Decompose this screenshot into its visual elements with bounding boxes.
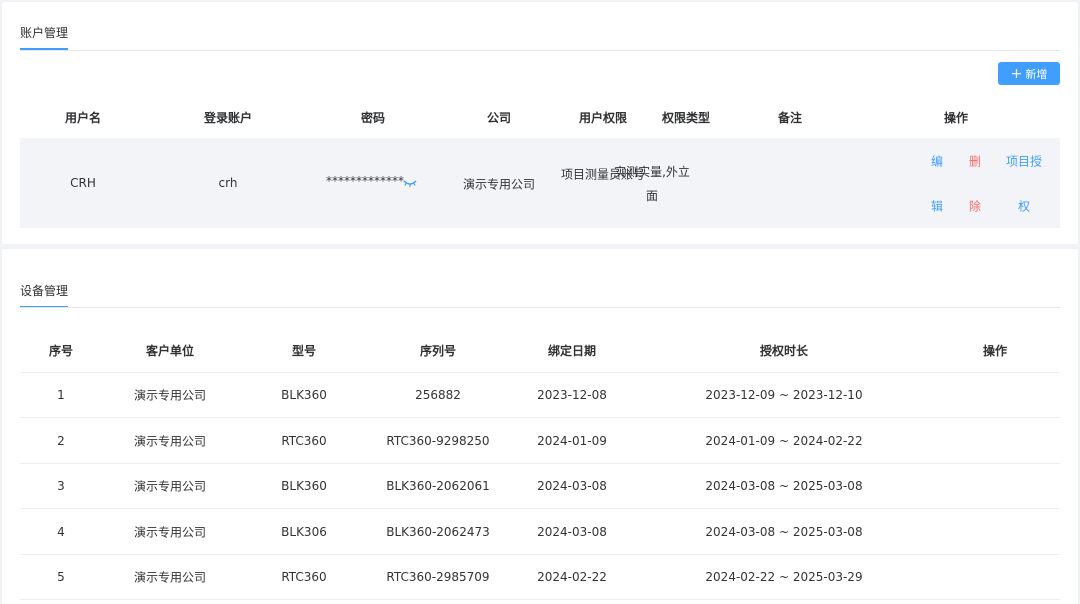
col-header-client: 客户单位 [145,344,195,358]
col-header-bind-date: 绑定日期 [547,344,597,358]
col-header-permission-type: 权限类型 [661,111,711,125]
cell-company: 演示专用公司 [462,177,536,192]
cell-index: 1 [57,388,65,402]
cell-permission-type: 实测实量,外立面 [614,165,690,203]
cell-bind-date: 2024-03-08 [537,479,607,493]
table-row: 5 演示专用公司 RTC360 RTC360-2985709 2024-02-22 202… [20,555,1060,600]
col-header-permission: 用户权限 [578,111,628,125]
account-management-panel: 账户管理 + 新增 用户名 登录账户 密码 公司 用户权限 权限类型 备注 操作… [2,2,1078,244]
device-management-tab[interactable]: 设备管理 [20,282,69,308]
cell-client: 演示专用公司 [133,434,207,448]
col-header-remark: 备注 [777,111,803,125]
cell-index: 4 [57,524,65,539]
cell-model: BLK306 [281,524,327,539]
delete-action-bottom[interactable]: 除 [969,198,981,215]
cell-serial: RTC360-2985709 [386,570,490,584]
table-row: 3 演示专用公司 BLK360 BLK360-2062061 2024-03-08 202… [20,464,1060,509]
col-header-model: 型号 [291,344,317,358]
account-management-tab[interactable]: 账户管理 [20,24,69,50]
col-header-company: 公司 [486,111,512,125]
cell-client: 演示专用公司 [133,388,207,403]
cell-bind-date: 2024-03-08 [537,524,607,539]
table-row: CRH crh ************* 演示专用公司 项目测量员账号 实测实… [20,138,1060,228]
table-row: 1 演示专用公司 BLK360 256882 2023-12-08 2023-12-09 … [20,373,1060,418]
cell-model: RTC360 [281,570,327,584]
device-management-panel: 设备管理 序号 客户单位 型号 序列号 绑定日期 授权时长 操作 1 演示专用公司… [2,249,1078,604]
col-header-login: 登录账户 [203,111,253,125]
add-account-button[interactable]: + 新增 [998,62,1060,85]
cell-auth-period: 2024-02-22 ~ 2025-03-29 [705,570,863,584]
cell-index: 5 [57,570,65,584]
col-header-serial: 序列号 [419,344,457,358]
grant-project-action-bottom[interactable]: 权 [1018,198,1030,215]
cell-model: RTC360 [281,433,327,448]
cell-index: 2 [57,433,65,448]
cell-password: ************* [326,174,404,188]
cell-auth-period: 2024-01-09 ~ 2024-02-22 [705,433,863,448]
cell-serial: 256882 [415,388,461,402]
cell-client: 演示专用公司 [133,570,207,585]
cell-bind-date: 2023-12-08 [537,388,607,402]
cell-index: 3 [57,479,65,493]
edit-action-top[interactable]: 编 [931,153,943,170]
grant-project-action-top[interactable]: 项目授 [1006,153,1042,170]
delete-action-top[interactable]: 删 [969,153,981,170]
cell-auth-period: 2024-03-08 ~ 2025-03-08 [705,524,863,539]
col-header-password: 密码 [360,111,386,125]
account-tab-divider [20,50,1060,51]
add-account-button-label: 新增 [1025,67,1048,81]
cell-bind-date: 2024-01-09 [537,433,607,448]
cell-model: BLK360 [281,479,327,493]
cell-client: 演示专用公司 [133,479,207,494]
cell-auth-period: 2023-12-09 ~ 2023-12-10 [705,388,863,402]
cell-bind-date: 2024-02-22 [537,570,607,584]
eye-closed-icon[interactable] [403,178,417,188]
edit-action-bottom[interactable]: 辑 [931,198,943,215]
device-tab-divider [20,307,1060,308]
cell-username: CRH [70,176,96,190]
table-row: 2 演示专用公司 RTC360 RTC360-9298250 2024-01-09 202… [20,419,1060,464]
col-header-auth-period: 授权时长 [759,344,809,358]
cell-serial: BLK360-2062473 [386,524,490,539]
cell-serial: RTC360-9298250 [386,433,490,448]
col-header-device-actions: 操作 [982,344,1008,358]
col-header-username: 用户名 [64,111,102,125]
table-row: 4 演示专用公司 BLK306 BLK360-2062473 2024-03-08 202… [20,510,1060,555]
cell-serial: BLK360-2062061 [386,479,490,493]
cell-model: BLK360 [281,388,327,402]
cell-login: crh [218,176,238,190]
col-header-index: 序号 [48,344,74,358]
plus-icon: + [1010,65,1023,82]
cell-auth-period: 2024-03-08 ~ 2025-03-08 [705,479,863,493]
col-header-actions: 操作 [943,111,969,125]
cell-client: 演示专用公司 [133,525,207,539]
